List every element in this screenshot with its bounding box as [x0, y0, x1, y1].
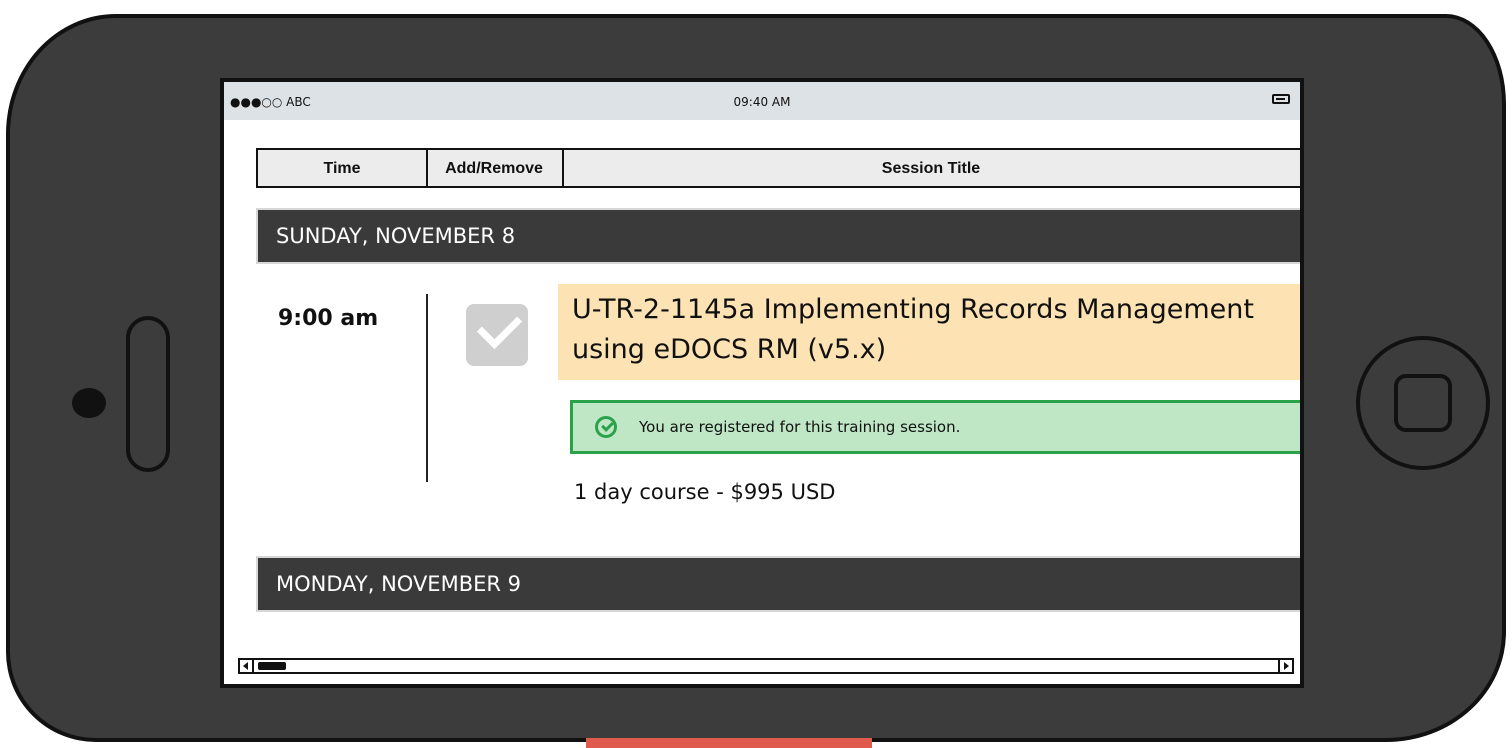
column-divider [426, 294, 428, 482]
registered-notice: You are registered for this training ses… [570, 400, 1300, 454]
day-header-monday: MONDAY, NOVEMBER 9 [256, 556, 1300, 612]
screen: ●●●○○ ABC 09:40 AM Time Add/Remove Sessi… [220, 78, 1304, 688]
horizontal-scrollbar[interactable] [238, 658, 1294, 674]
column-header-session-title[interactable]: Session Title [562, 150, 1300, 186]
scroll-right-icon[interactable] [1278, 660, 1292, 672]
column-header-time[interactable]: Time [258, 150, 428, 186]
camera-icon [72, 388, 106, 418]
checkmark-icon [476, 303, 523, 350]
session-time: 9:00 am [278, 306, 379, 331]
day-header-sunday: SUNDAY, NOVEMBER 8 [256, 208, 1300, 264]
registered-notice-text: You are registered for this training ses… [639, 418, 961, 436]
scroll-left-icon[interactable] [240, 660, 254, 672]
battery-icon [1272, 94, 1290, 104]
table-header: Time Add/Remove Session Title [256, 148, 1300, 188]
check-circle-icon [595, 416, 617, 438]
red-tab [586, 738, 872, 748]
status-time: 09:40 AM [733, 95, 791, 109]
column-header-add-remove[interactable]: Add/Remove [426, 150, 564, 186]
home-square-icon [1394, 374, 1452, 432]
session-price: 1 day course - $995 USD [574, 480, 836, 504]
session-title[interactable]: U-TR-2-1145a Implementing Records Manage… [558, 284, 1300, 380]
add-remove-checkbox[interactable] [466, 303, 528, 366]
home-button[interactable] [1356, 336, 1490, 470]
speaker-icon [126, 316, 170, 472]
status-bar: ●●●○○ ABC 09:40 AM [224, 82, 1300, 120]
scroll-thumb[interactable] [258, 662, 286, 670]
